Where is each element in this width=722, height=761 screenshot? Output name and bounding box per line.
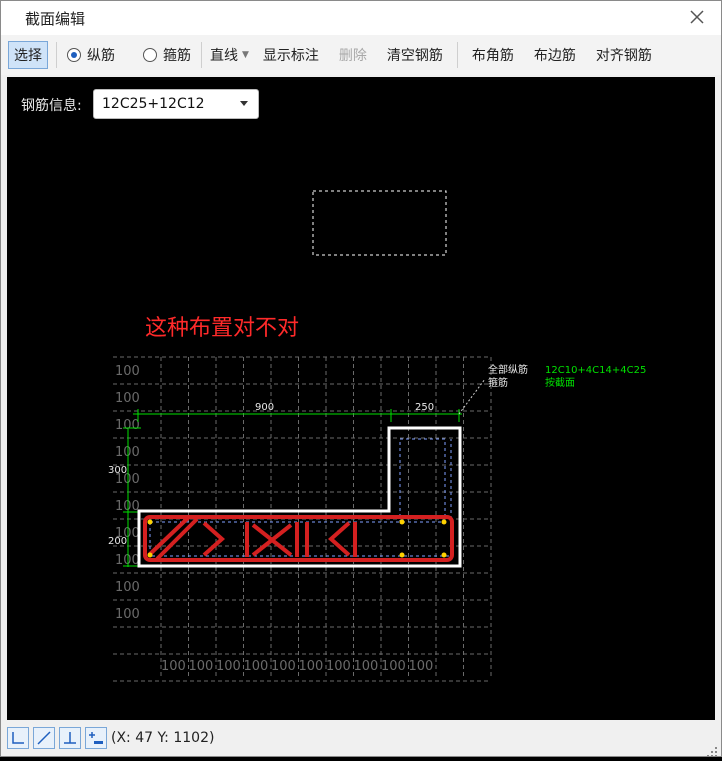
- title-bar: 截面编辑: [1, 1, 721, 35]
- grid-step-label: 100: [216, 659, 241, 674]
- stirrup-label: 箍筋: [163, 48, 191, 64]
- status-bar: (X: 47 Y: 1102): [1, 720, 721, 757]
- dimension-top-left: 900: [255, 402, 274, 413]
- resize-grip-icon[interactable]: [707, 742, 717, 757]
- toolbar: 选择 纵筋 箍筋 直线 ▼ 显示标注 删除 清空钢筋 布角筋 布边筋 对齐钢筋: [1, 35, 721, 75]
- grid-step-label: 100: [115, 364, 140, 379]
- select-button[interactable]: 选择: [8, 41, 48, 69]
- section-outline: [137, 426, 462, 568]
- section-drawing: 100100100100100100100100100100100 100 100 1…: [108, 190, 646, 682]
- callout-label-2: 箍筋: [488, 376, 508, 389]
- selection-rectangle: [312, 190, 447, 256]
- stirrup-radio[interactable]: 箍筋: [143, 45, 191, 65]
- toolbar-divider: [201, 42, 202, 68]
- corner-rebar-button[interactable]: 布角筋: [466, 41, 520, 69]
- toolbar-divider: [56, 42, 57, 68]
- longitudinal-rebar-radio[interactable]: 纵筋: [67, 45, 115, 65]
- radio-selected-indicator: [67, 48, 81, 62]
- question-annotation: 这种布置对不对: [145, 316, 299, 341]
- callout-value-2: 按截面: [545, 376, 575, 389]
- toolbar-divider: [456, 42, 458, 68]
- show-annotation-button[interactable]: 显示标注: [257, 41, 325, 69]
- dimension-top-right: 250: [415, 402, 434, 413]
- grid-step-label: 100: [409, 659, 434, 674]
- grid-step-label: 100: [115, 391, 140, 406]
- grid-step-label: 100: [189, 659, 214, 674]
- dimension-left-lower: 200: [108, 536, 127, 547]
- chevron-down-icon: ▼: [242, 50, 249, 60]
- grid-step-label: 100: [299, 659, 324, 674]
- add-point-icon[interactable]: [85, 727, 107, 749]
- grid-step-label: 100: [161, 659, 186, 674]
- line-mode-dropdown[interactable]: 直线 ▼: [210, 45, 249, 65]
- dimension-left-upper: 300: [108, 465, 127, 476]
- section-canvas[interactable]: 钢筋信息: 12C25+12C12 100 100 100 100 100 100 100 1…: [7, 77, 715, 720]
- edge-rebar-button[interactable]: 布边筋: [528, 41, 582, 69]
- grid-step-label: 100: [326, 659, 351, 674]
- section-edit-window: 截面编辑 选择 纵筋 箍筋 直线 ▼ 显示标注 删除 清空钢筋 布角筋 布边筋 …: [0, 0, 722, 757]
- grid-step-label: 100: [381, 659, 406, 674]
- clear-rebar-button[interactable]: 清空钢筋: [381, 41, 449, 69]
- stirrup-outline: [149, 438, 452, 557]
- perpendicular-icon[interactable]: [59, 727, 81, 749]
- close-icon[interactable]: [687, 7, 707, 27]
- grid-step-label: 100: [354, 659, 379, 674]
- red-markup: [143, 515, 454, 562]
- grid-step-label: 100: [115, 445, 140, 460]
- ortho-corner-icon[interactable]: [7, 727, 29, 749]
- grid-step-label: 100: [115, 580, 140, 595]
- delete-button[interactable]: 删除: [333, 41, 373, 69]
- grid-step-label: 100: [271, 659, 296, 674]
- window-title: 截面编辑: [25, 9, 86, 28]
- radio-unselected-indicator: [143, 48, 157, 62]
- callout-value-1: 12C10+4C14+4C25: [545, 365, 646, 376]
- diagonal-line-icon[interactable]: [33, 727, 55, 749]
- grid-step-label: 100: [115, 607, 140, 622]
- callout-label-1: 全部纵筋: [488, 363, 528, 376]
- line-mode-label: 直线: [210, 48, 238, 64]
- grid-step-label: 100: [244, 659, 269, 674]
- align-rebar-button[interactable]: 对齐钢筋: [590, 41, 658, 69]
- cursor-coordinates: (X: 47 Y: 1102): [111, 730, 215, 746]
- longitudinal-rebar-label: 纵筋: [87, 48, 115, 64]
- grid-step-label: 100: [115, 418, 140, 433]
